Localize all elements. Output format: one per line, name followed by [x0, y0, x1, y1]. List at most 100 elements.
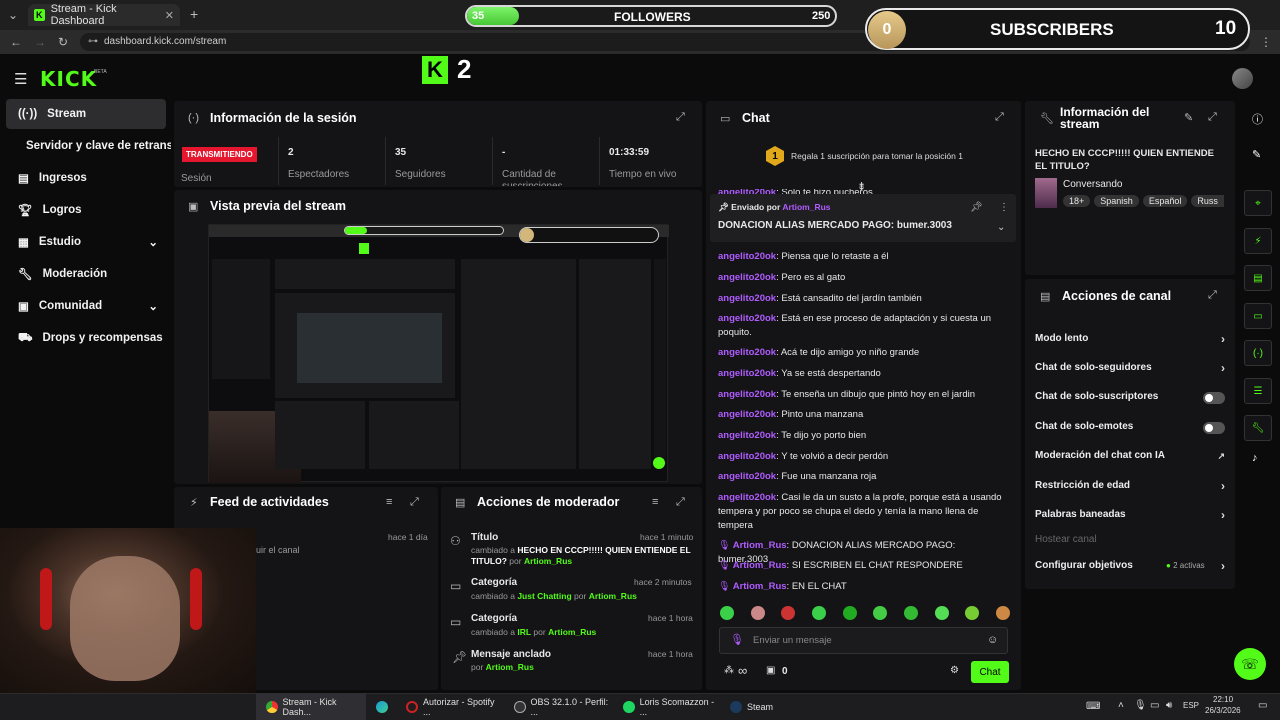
action-age-restriction[interactable]: Restricción de edad ›	[1035, 479, 1225, 494]
sidebar-item-moderacion[interactable]: 🔧︎ Moderación	[6, 259, 166, 289]
sidebar-item-ingresos[interactable]: ▤ Ingresos	[6, 163, 166, 193]
tiktok-icon[interactable]: ♪	[1252, 452, 1258, 464]
taskbar-steam[interactable]: Steam	[724, 696, 804, 718]
tray-chevron-icon[interactable]: ˄	[1118, 700, 1124, 711]
more-options-icon[interactable]: ⋮	[999, 202, 1009, 213]
site-info-icon[interactable]: ⊶	[88, 36, 98, 47]
action-followers-only[interactable]: Chat de solo-seguidores ›	[1035, 361, 1225, 376]
taskbar-chrome[interactable]: Stream - Kick Dash...	[260, 696, 364, 718]
sidebar-item-estudio[interactable]: ▦ Estudio ⌄	[6, 227, 166, 257]
clock-time[interactable]: 22:10	[1213, 695, 1233, 704]
quick-action-list-icon[interactable]: ☰	[1244, 378, 1272, 404]
support-chat-icon[interactable]: ☏	[1234, 648, 1266, 680]
network-icon[interactable]: ▭	[1150, 700, 1159, 711]
send-chat-button[interactable]: Chat	[971, 661, 1009, 683]
taskbar-obs[interactable]: OBS 32.1.0 - Perfil: ...	[508, 696, 614, 718]
filter-icon[interactable]: ≡	[652, 496, 658, 508]
tag[interactable]: Russ	[1191, 195, 1224, 207]
stat-viewers-label: Espectadores	[288, 169, 350, 180]
followers-label: FOLLOWERS	[614, 10, 691, 24]
volume-icon[interactable]: 🔊︎	[1166, 700, 1172, 711]
keyboard-icon[interactable]: ⌨	[1086, 701, 1100, 712]
info-icon[interactable]: ⓘ	[1252, 111, 1263, 127]
gift-leaderboard-text[interactable]: Regala 1 suscripción para tomar la posic…	[791, 151, 963, 161]
chat-message: angelito20ok: Ya se está despertando	[718, 368, 881, 379]
goals-active-badge: ● 2 activas	[1166, 561, 1205, 570]
expand-icon[interactable]: ⤢	[1208, 111, 1217, 124]
trophy-icon: 🏆︎	[18, 205, 33, 217]
action-banned-words[interactable]: Palabras baneadas ›	[1035, 508, 1225, 523]
emote-icon[interactable]	[781, 606, 796, 620]
quick-action-notes-icon[interactable]: ▤	[1244, 265, 1272, 291]
language-indicator[interactable]: ESP	[1183, 701, 1199, 710]
chat-settings-icon[interactable]: ⚙	[950, 665, 959, 676]
browser-tab-title: Stream - Kick Dashboard	[50, 3, 117, 27]
unpin-icon[interactable]: 📌︎	[970, 202, 983, 213]
emote-icon[interactable]	[995, 606, 1010, 620]
tag[interactable]: 18+	[1063, 195, 1091, 207]
emote-icon[interactable]	[873, 606, 888, 620]
emote-icon[interactable]	[811, 606, 826, 620]
expand-icon[interactable]: ⤢	[676, 496, 685, 509]
chrome-icon	[266, 701, 278, 713]
quick-action-lightning-icon[interactable]: ⚡︎	[1244, 228, 1272, 254]
edit-pencil-icon[interactable]: ✎	[1184, 111, 1193, 124]
lightning-icon: ⚡︎	[190, 497, 198, 509]
expand-icon[interactable]: ⤢	[995, 111, 1004, 124]
taskbar-spotify[interactable]: Loris Scomazzon - ...	[617, 696, 721, 718]
action-slow-mode[interactable]: Modo lento ›	[1035, 332, 1225, 347]
tag[interactable]: Español	[1142, 195, 1188, 207]
taskbar-spotify-auth[interactable]: Autorizar - Spotify ...	[400, 696, 504, 718]
back-icon[interactable]: ←	[10, 35, 22, 49]
emote-icon[interactable]	[750, 606, 765, 620]
browser-tab[interactable]: K Stream - Kick Dashboard ✕	[28, 3, 180, 27]
close-tab-icon[interactable]: ✕	[165, 9, 174, 22]
user-avatar[interactable]	[1232, 68, 1253, 89]
microphone-badge-icon: 🎙︎	[718, 581, 731, 592]
notifications-icon[interactable]: ▭	[1258, 700, 1267, 711]
filter-icon[interactable]: ≡	[386, 496, 392, 508]
stream-preview-video[interactable]	[208, 224, 669, 483]
emote-icon[interactable]	[720, 606, 734, 620]
emote-icon[interactable]	[842, 606, 857, 620]
sidebar-item-server-key[interactable]: Servidor y clave de retransmisión	[6, 131, 171, 161]
quick-action-chat-icon[interactable]: ▭	[1244, 303, 1272, 329]
mod-action-title: Mensaje anclado	[471, 649, 552, 660]
stat-followers-label: Seguidores	[395, 169, 446, 180]
sidebar-item-logros[interactable]: 🏆︎ Logros	[6, 195, 166, 225]
emotes-only-toggle[interactable]	[1203, 422, 1225, 434]
new-tab-icon[interactable]: +	[190, 6, 198, 22]
quick-action-clip-icon[interactable]: ⌖	[1244, 190, 1272, 216]
emoji-picker-icon[interactable]: ☺	[987, 634, 998, 646]
quick-action-broadcast-icon[interactable]: (·)	[1244, 340, 1272, 366]
taskbar-edge[interactable]	[370, 696, 388, 718]
hamburger-menu-icon[interactable]: ☰	[14, 70, 27, 88]
tag[interactable]: Spanish	[1094, 195, 1139, 207]
sidebar-item-drops[interactable]: ⛟ Drops y recompensas	[6, 323, 166, 353]
emote-icon[interactable]	[903, 606, 918, 620]
menu-kebab-icon[interactable]: ⋮	[1260, 35, 1272, 49]
stat-subs-value: -	[502, 147, 506, 158]
action-ai-moderation[interactable]: Moderación del chat con IA ↗	[1035, 450, 1225, 464]
session-info-title: Información de la sesión	[210, 111, 357, 125]
microphone-tray-icon[interactable]: 🎙︎	[1134, 700, 1147, 711]
forward-icon[interactable]: →	[34, 35, 46, 49]
expand-icon[interactable]: ⤢	[676, 111, 685, 124]
emote-icon[interactable]	[965, 606, 980, 620]
clock-date[interactable]: 26/3/2026	[1205, 706, 1241, 715]
chevron-down-icon[interactable]: ⌄	[997, 222, 1005, 233]
expand-icon[interactable]: ⤢	[410, 496, 419, 509]
subscribers-only-toggle[interactable]	[1203, 392, 1225, 404]
followers-goal: 250	[812, 10, 831, 22]
sidebar-item-stream[interactable]: ((·)) Stream	[6, 99, 166, 129]
emote-icon[interactable]	[934, 606, 949, 620]
reload-icon[interactable]: ↻	[58, 35, 68, 49]
kick-logo[interactable]: KICK	[40, 67, 97, 91]
beta-badge: BETA	[94, 69, 107, 75]
quick-action-wrench-icon[interactable]: 🔧︎	[1244, 415, 1272, 441]
edit-pencil-icon[interactable]: ✎	[1252, 148, 1261, 161]
scroll-to-bottom-icon[interactable]: ⇟	[857, 180, 866, 193]
sidebar-item-comunidad[interactable]: ▣ Comunidad ⌄	[6, 291, 166, 321]
expand-icon[interactable]: ⤢	[1208, 289, 1217, 302]
tab-search-icon[interactable]: ⌄	[8, 8, 18, 22]
